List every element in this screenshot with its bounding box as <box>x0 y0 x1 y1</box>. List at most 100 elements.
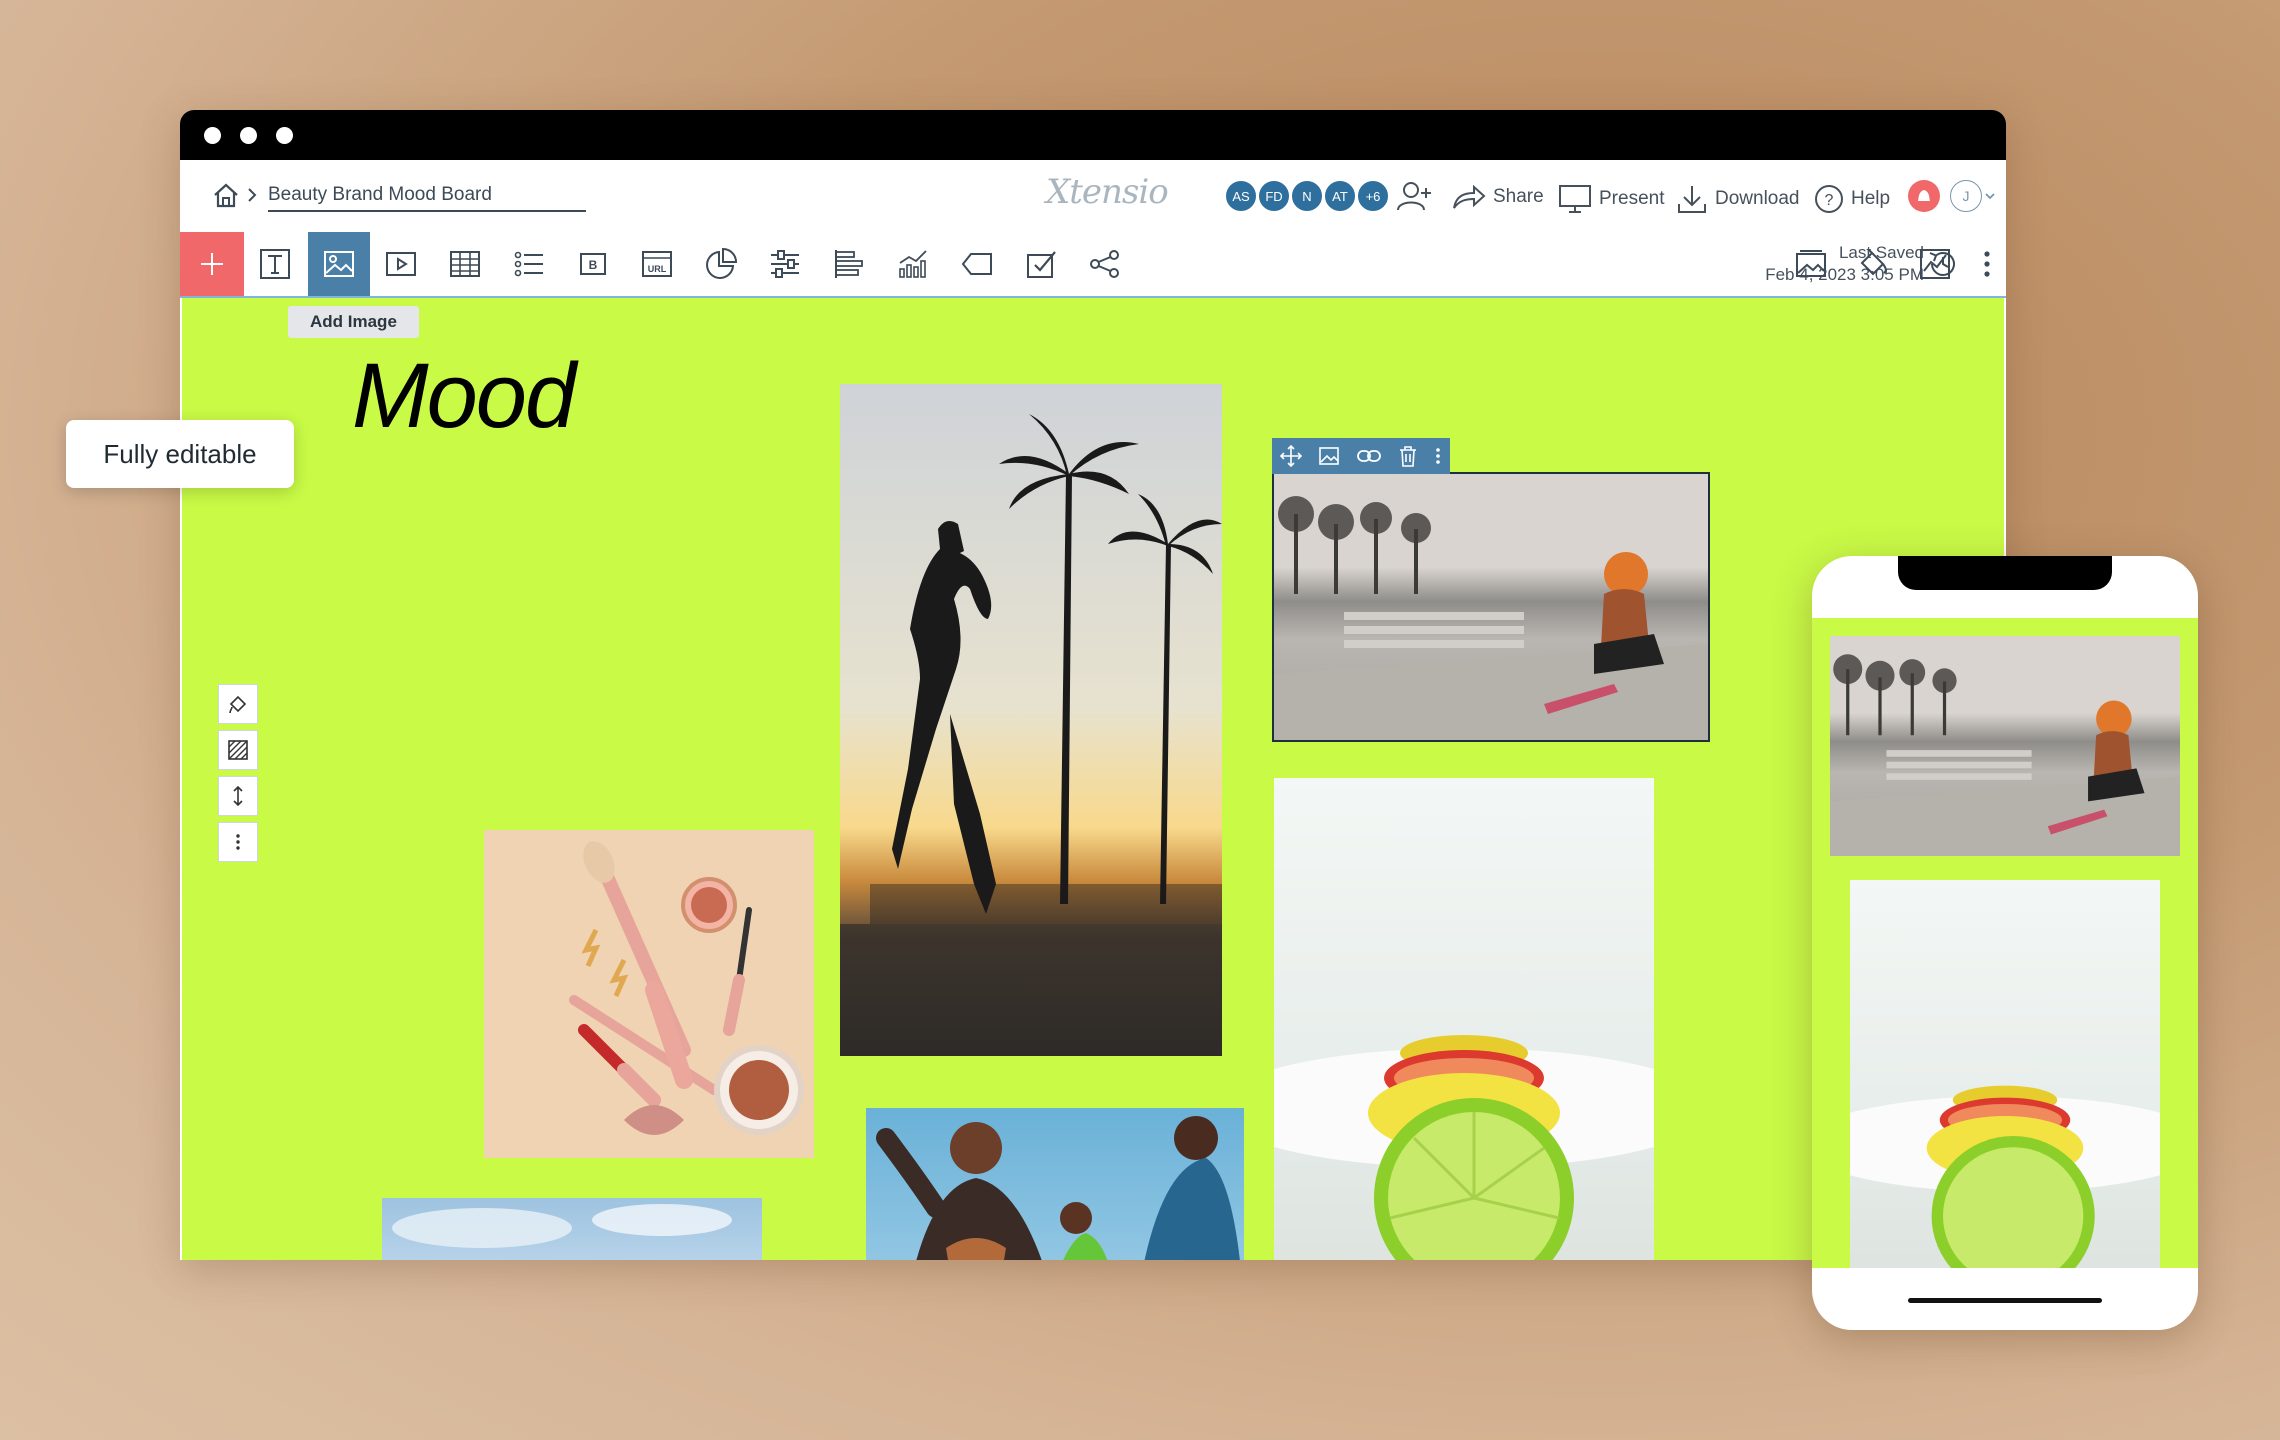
url-tool[interactable]: URL <box>626 232 688 296</box>
share-nodes-icon <box>1090 250 1119 278</box>
pie-chart-tool[interactable] <box>690 232 752 296</box>
window-dot[interactable] <box>240 127 257 144</box>
home-icon[interactable] <box>212 182 240 208</box>
present-label: Present <box>1599 188 1665 209</box>
analytics-icon[interactable] <box>1918 247 1952 281</box>
bars-tool[interactable] <box>818 232 880 296</box>
add-element-button[interactable] <box>180 232 244 296</box>
text-icon <box>260 249 290 279</box>
help-button[interactable]: ? Help <box>1814 184 1890 214</box>
app-window: Beauty Brand Mood Board Xtensio AS FD N … <box>180 110 2006 1260</box>
phone-skatepark-photo[interactable] <box>1830 636 2180 856</box>
present-icon <box>1559 185 1591 213</box>
button-tool[interactable]: B <box>562 232 624 296</box>
vertical-arrows-icon <box>233 785 243 807</box>
friends-photo[interactable] <box>866 1108 1244 1260</box>
app-logo[interactable]: Xtensio <box>1046 172 1169 212</box>
video-tool[interactable] <box>370 232 432 296</box>
more-vertical-icon <box>236 834 240 850</box>
phone-preview <box>1812 556 2198 1330</box>
avatar[interactable]: AS <box>1224 179 1258 213</box>
pattern-tool[interactable] <box>218 730 258 770</box>
fully-editable-callout: Fully editable <box>66 420 294 488</box>
text-tool[interactable] <box>244 232 306 296</box>
plus-icon <box>201 253 223 275</box>
add-user-icon[interactable] <box>1396 180 1436 212</box>
list-icon <box>514 251 543 277</box>
skatepark-photo[interactable] <box>1272 472 1710 742</box>
board-heading[interactable]: Mood <box>352 344 576 449</box>
paint-bucket-icon <box>229 695 247 714</box>
editor-toolbar: B URL Last Saved Feb 4, 2023 3:05 PM <box>180 232 2006 298</box>
more-options-tool[interactable] <box>218 822 258 862</box>
move-icon[interactable] <box>1280 445 1302 467</box>
window-titlebar <box>180 110 2006 160</box>
avatar[interactable]: FD <box>1257 179 1291 213</box>
form-icon <box>1027 251 1056 278</box>
link-icon[interactable] <box>1356 445 1382 467</box>
help-label: Help <box>1851 188 1891 209</box>
share-icon <box>1453 184 1486 209</box>
paint-bucket-icon[interactable] <box>1856 247 1890 281</box>
skatepark-photo-art <box>1830 654 2180 856</box>
form-tool[interactable] <box>1010 232 1072 296</box>
app-header: Beauty Brand Mood Board Xtensio AS FD N … <box>180 160 2006 233</box>
list-tool[interactable] <box>498 232 560 296</box>
friends-photo-art <box>876 1116 1240 1260</box>
avatar[interactable]: N <box>1290 179 1324 213</box>
window-dot[interactable] <box>276 127 293 144</box>
image-icon <box>324 251 354 277</box>
download-button[interactable]: Download <box>1676 184 1800 214</box>
present-button[interactable]: Present <box>1558 184 1664 214</box>
url-icon: URL <box>642 251 672 277</box>
paint-bucket-tool[interactable] <box>218 684 258 724</box>
connect-tool[interactable] <box>1074 232 1136 296</box>
trash-icon[interactable] <box>1398 445 1418 467</box>
table-icon <box>450 251 480 277</box>
help-icon: ? <box>1815 185 1843 213</box>
skater-photo[interactable] <box>840 384 1222 1056</box>
horizontal-bars-icon <box>835 250 863 278</box>
sky-photo[interactable] <box>382 1198 762 1260</box>
bar-chart-tool[interactable] <box>882 232 944 296</box>
sky-photo-art <box>392 1204 732 1248</box>
toolbar-right-icons <box>1794 232 1994 296</box>
phone-notch <box>1898 556 2112 590</box>
svg-text:URL: URL <box>648 264 667 274</box>
board-canvas[interactable]: Add Image Mood <box>182 298 2004 1260</box>
background-image-icon[interactable] <box>1794 247 1828 281</box>
chevron-down-icon[interactable] <box>1984 191 1996 201</box>
notification-icon[interactable] <box>1908 180 1940 212</box>
resize-height-tool[interactable] <box>218 776 258 816</box>
video-icon <box>386 252 416 276</box>
table-tool[interactable] <box>434 232 496 296</box>
replace-image-icon[interactable] <box>1318 445 1340 467</box>
makeup-photo-art <box>569 841 804 1135</box>
skatepark-photo-art <box>1274 496 1708 740</box>
lime-photo[interactable] <box>1274 778 1654 1260</box>
user-avatar[interactable]: J <box>1950 180 1982 212</box>
tag-icon <box>961 253 992 275</box>
window-dot[interactable] <box>204 127 221 144</box>
avatar[interactable]: AT <box>1323 179 1357 213</box>
makeup-photo[interactable] <box>484 830 814 1158</box>
more-vertical-icon[interactable] <box>1434 445 1442 467</box>
tag-tool[interactable] <box>946 232 1008 296</box>
avatar-overflow[interactable]: +6 <box>1356 179 1390 213</box>
svg-text:B: B <box>589 258 598 272</box>
phone-lime-photo[interactable] <box>1850 880 2160 1268</box>
phone-home-indicator <box>1908 1298 2102 1303</box>
tooltip: Add Image <box>288 306 419 338</box>
image-selection-toolbar <box>1272 438 1450 474</box>
share-button[interactable]: Share <box>1452 184 1544 210</box>
more-vertical-icon[interactable] <box>1980 247 1994 281</box>
svg-text:?: ? <box>1825 192 1834 209</box>
download-icon <box>1678 186 1706 213</box>
slider-tool[interactable] <box>754 232 816 296</box>
phone-screen[interactable] <box>1812 618 2198 1268</box>
board-title[interactable]: Beauty Brand Mood Board <box>268 184 586 212</box>
button-icon: B <box>580 253 606 275</box>
image-tool[interactable] <box>308 232 370 296</box>
slider-icon <box>771 250 799 278</box>
bell-icon <box>1918 190 1930 201</box>
